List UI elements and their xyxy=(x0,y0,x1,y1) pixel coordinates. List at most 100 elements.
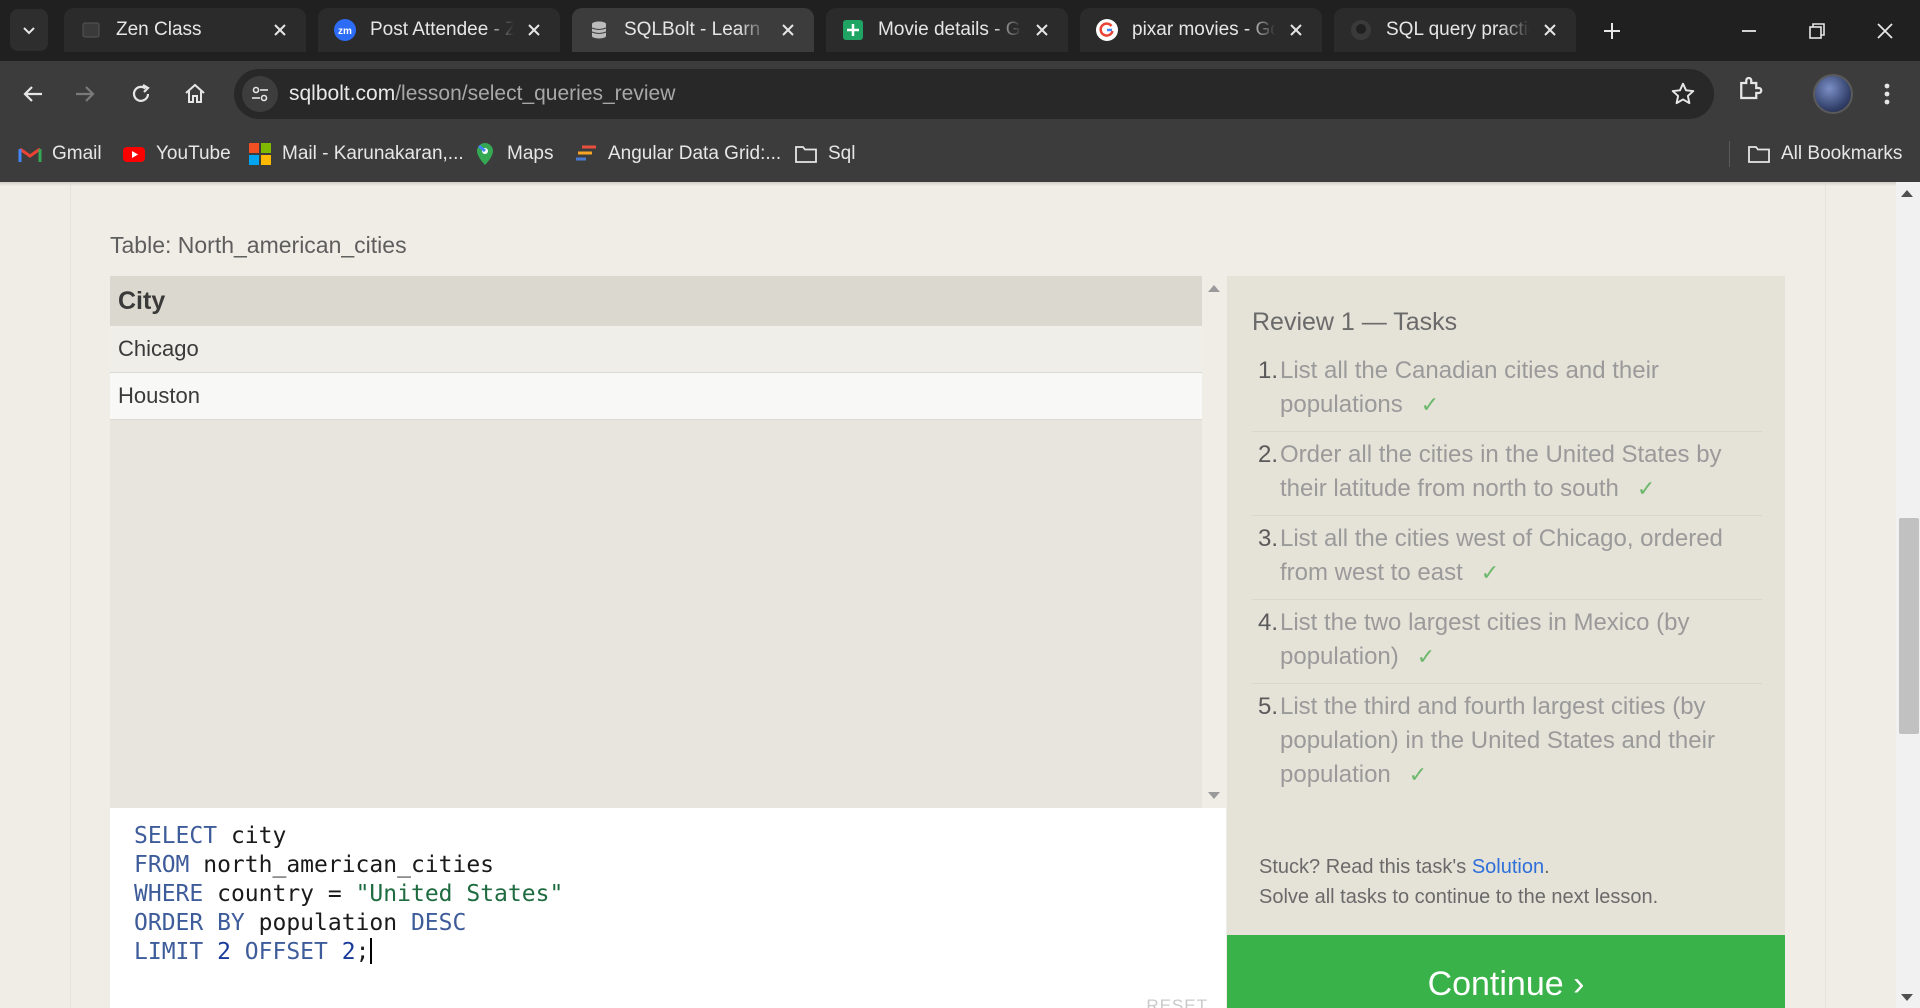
bookmark-maps[interactable]: Maps xyxy=(473,140,553,168)
minimize-button[interactable] xyxy=(1715,0,1783,61)
sql-editor[interactable]: SELECT city FROM north_american_cities WHE… xyxy=(110,808,1226,1008)
close-icon[interactable] xyxy=(776,18,800,42)
url-domain: sqlbolt.com xyxy=(289,82,396,105)
stuck-text: Stuck? Read this task's xyxy=(1259,856,1472,878)
tab-title: Post Attendee - Zoom xyxy=(370,19,514,40)
task-text: List all the cities west of Chicago, ord… xyxy=(1280,522,1762,590)
youtube-icon xyxy=(122,142,146,166)
tab-zoom[interactable]: zm Post Attendee - Zoom xyxy=(318,8,560,52)
sql-text: country = xyxy=(203,881,356,907)
task-description: List all the cities west of Chicago, ord… xyxy=(1280,525,1723,586)
task-description: Order all the cities in the United State… xyxy=(1280,441,1722,502)
results-scrollbar[interactable] xyxy=(1202,276,1226,808)
close-icon[interactable] xyxy=(1284,18,1308,42)
tasks-title: Review 1 — Tasks xyxy=(1252,308,1458,336)
tab-zen-class[interactable]: Zen Class xyxy=(64,8,306,52)
bookmarks-bar: Gmail YouTube Mail - Karunakaran,... Map… xyxy=(0,127,1920,182)
reset-button[interactable]: RESET xyxy=(1146,996,1208,1008)
reload-icon xyxy=(132,84,150,102)
task-text: Order all the cities in the United State… xyxy=(1280,438,1762,506)
table-cell: Houston xyxy=(118,383,200,408)
scroll-up-icon[interactable] xyxy=(1901,190,1913,197)
scroll-down-icon[interactable] xyxy=(1208,792,1220,799)
task-list: 1. List all the Canadian cities and thei… xyxy=(1252,348,1762,801)
sql-keyword: SELECT xyxy=(134,823,218,849)
forward-button[interactable] xyxy=(64,73,106,115)
zen-class-icon xyxy=(80,19,102,41)
browser-chrome: Zen Class zm Post Attendee - Zoom SQLBol… xyxy=(0,0,1920,182)
checkmark-icon: ✓ xyxy=(1416,644,1436,669)
solution-link[interactable]: Solution xyxy=(1472,856,1544,878)
home-button[interactable] xyxy=(174,73,216,115)
stuck-hint: Stuck? Read this task's Solution. Solve … xyxy=(1259,852,1658,912)
sql-keyword: LIMIT xyxy=(134,939,204,965)
restore-button[interactable] xyxy=(1783,0,1851,61)
task-text: List the third and fourth largest cities… xyxy=(1280,690,1762,792)
close-icon[interactable] xyxy=(1538,18,1562,42)
sql-number: 2 xyxy=(327,939,356,965)
checkmark-icon: ✓ xyxy=(1480,560,1500,585)
stuck-line: Stuck? Read this task's Solution. xyxy=(1259,852,1658,882)
url-text[interactable]: sqlbolt.com/lesson/select_queries_review xyxy=(289,82,675,106)
page-scroll-thumb[interactable] xyxy=(1899,518,1919,734)
query-results-table: City Chicago Houston xyxy=(110,276,1202,808)
code-line: WHERE country = "United States" xyxy=(134,880,563,909)
tab-sql-query-practice[interactable]: SQL query practice xyxy=(1334,8,1576,52)
profile-avatar[interactable] xyxy=(1813,74,1853,114)
gmail-icon xyxy=(18,142,42,166)
task-number: 3. xyxy=(1257,525,1278,552)
scroll-down-icon[interactable] xyxy=(1901,994,1913,1001)
bookmark-gmail[interactable]: Gmail xyxy=(18,140,102,168)
site-info-button[interactable] xyxy=(242,76,278,112)
tab-sqlbolt[interactable]: SQLBolt - Learn SQL xyxy=(572,8,814,52)
code-line: SELECT city xyxy=(134,822,563,851)
reload-button[interactable] xyxy=(120,73,162,115)
close-icon[interactable] xyxy=(1030,18,1054,42)
bookmark-mail[interactable]: Mail - Karunakaran,... xyxy=(248,140,464,168)
task-number: 5. xyxy=(1257,693,1278,720)
bookmark-star-button[interactable] xyxy=(1670,81,1696,112)
extensions-button[interactable] xyxy=(1735,73,1765,108)
continue-button[interactable]: Continue › xyxy=(1227,935,1785,1008)
back-button[interactable] xyxy=(12,73,54,115)
bookmark-angular-data-grid[interactable]: Angular Data Grid:... xyxy=(574,140,781,168)
address-bar[interactable]: sqlbolt.com/lesson/select_queries_review xyxy=(234,69,1714,119)
stuck-period: . xyxy=(1544,856,1550,878)
new-tab-button[interactable] xyxy=(1595,14,1629,48)
tab-title: pixar movies - Google Search xyxy=(1132,19,1276,40)
sql-text: north_american_cities xyxy=(189,852,495,878)
browser-menu-button[interactable] xyxy=(1872,73,1902,115)
sql-keyword: FROM xyxy=(134,852,190,878)
tab-title: SQL query practice xyxy=(1386,19,1530,40)
zoom-icon: zm xyxy=(334,19,356,41)
folder-icon xyxy=(794,142,818,166)
bookmark-folder-sql[interactable]: Sql xyxy=(794,140,855,168)
home-icon xyxy=(185,83,205,103)
sql-text: population xyxy=(244,910,411,936)
sql-text: ; xyxy=(355,939,370,965)
sql-keyword: DESC xyxy=(410,910,467,936)
svg-text:zm: zm xyxy=(338,26,352,37)
tab-search-button[interactable] xyxy=(10,9,48,51)
tab-pixar-movies[interactable]: pixar movies - Google Search xyxy=(1080,8,1322,52)
task-description: List all the Canadian cities and their p… xyxy=(1280,357,1659,418)
arrow-right-icon xyxy=(76,86,95,102)
solve-all-text: Solve all tasks to continue to the next … xyxy=(1259,886,1659,908)
minimize-icon xyxy=(1742,29,1756,32)
bookmark-youtube[interactable]: YouTube xyxy=(122,140,231,168)
close-icon[interactable] xyxy=(268,18,292,42)
task-number: 4. xyxy=(1257,609,1278,636)
tab-movie-details[interactable]: Movie details - Google Sheets xyxy=(826,8,1068,52)
bookmark-label: Sql xyxy=(828,143,856,164)
close-icon[interactable] xyxy=(522,18,546,42)
task-item: 2. Order all the cities in the United St… xyxy=(1252,432,1762,516)
sql-keyword: ORDER BY xyxy=(134,910,245,936)
sql-code[interactable]: SELECT city FROM north_american_cities WHE… xyxy=(134,822,563,967)
star-icon xyxy=(1671,82,1695,105)
close-window-button[interactable] xyxy=(1851,0,1919,61)
bookmark-label: Maps xyxy=(507,143,554,164)
folder-icon xyxy=(1747,142,1771,166)
all-bookmarks-button[interactable]: All Bookmarks xyxy=(1747,140,1902,168)
scroll-up-icon[interactable] xyxy=(1208,285,1220,292)
bookmark-label: YouTube xyxy=(156,143,231,164)
